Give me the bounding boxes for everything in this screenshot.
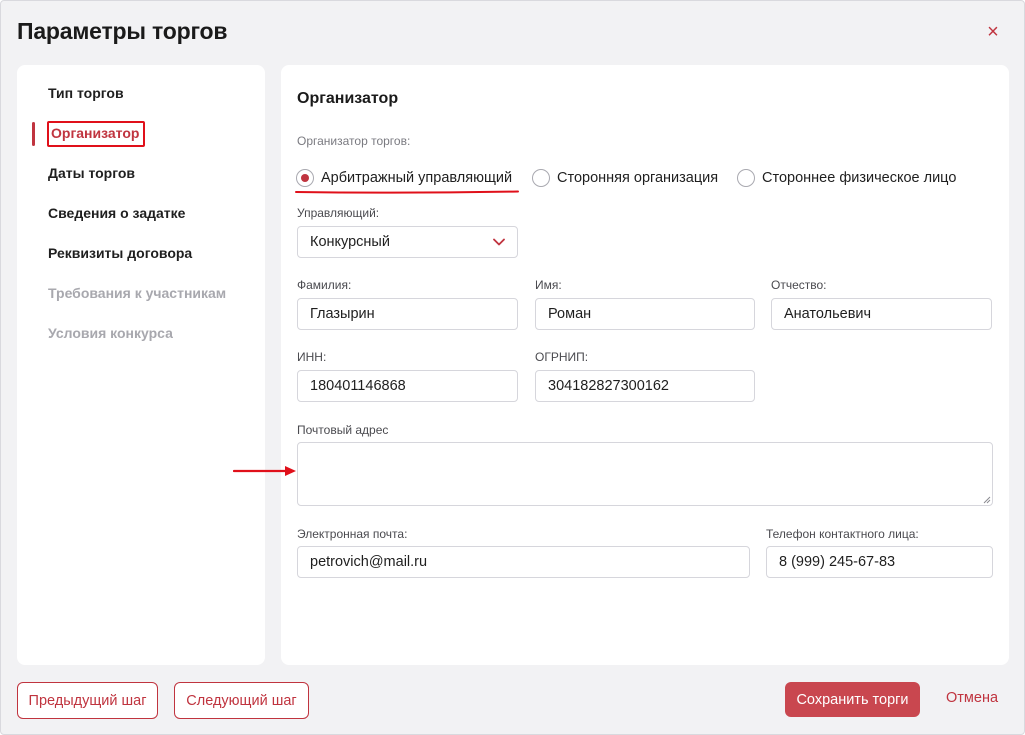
manager-select[interactable]: Конкурсный	[297, 226, 518, 258]
email-input[interactable]: petrovich@mail.ru	[297, 546, 750, 578]
resize-grip-icon[interactable]	[982, 495, 991, 504]
inn-label: ИНН:	[297, 350, 327, 364]
radio-checked-icon[interactable]	[296, 169, 314, 187]
organizer-type-label: Организатор торгов:	[297, 134, 411, 148]
underline-annotation	[295, 190, 519, 194]
manager-select-value: Конкурсный	[310, 234, 390, 250]
step-contract-details[interactable]: Реквизиты договора	[48, 245, 192, 261]
phone-label: Телефон контактного лица:	[766, 527, 919, 541]
phone-input[interactable]: 8 (999) 245-67-83	[766, 546, 993, 578]
last-name-label: Фамилия:	[297, 278, 352, 292]
postal-address-textarea[interactable]	[297, 442, 993, 506]
ogrnip-label: ОГРНИП:	[535, 350, 589, 364]
radio-label: Арбитражный управляющий	[321, 170, 513, 186]
step-deposit-info[interactable]: Сведения о задатке	[48, 205, 185, 221]
manager-label: Управляющий:	[297, 206, 380, 220]
postal-address-label: Почтовый адрес	[297, 423, 389, 437]
modal-title: Параметры торгов	[17, 18, 228, 44]
radio-unchecked-icon[interactable]	[532, 169, 550, 187]
radio-unchecked-icon[interactable]	[737, 169, 755, 187]
middle-name-input[interactable]: Анатольевич	[771, 298, 992, 330]
section-title: Организатор	[297, 90, 399, 107]
radio-arbitration-manager[interactable]: Арбитражный управляющий	[296, 168, 512, 188]
close-icon[interactable]: ×	[982, 21, 1004, 43]
step-trade-type[interactable]: Тип торгов	[48, 85, 124, 101]
step-organizer[interactable]: Организатор	[51, 125, 139, 141]
radio-third-party-organization[interactable]: Сторонняя организация	[532, 168, 718, 188]
radio-label: Стороннее физическое лицо	[762, 170, 957, 186]
middle-name-label: Отчество:	[771, 278, 827, 292]
active-step-marker	[32, 122, 35, 146]
organizer-form-panel: Организатор Организатор торгов: Арбитраж…	[281, 65, 1009, 665]
ogrnip-input[interactable]: 304182827300162	[535, 370, 755, 402]
trade-params-modal: Параметры торгов × Тип торгов Организато…	[0, 0, 1025, 735]
next-step-button[interactable]: Следующий шаг	[174, 682, 309, 719]
inn-input[interactable]: 180401146868	[297, 370, 518, 402]
step-participant-requirements: Требования к участникам	[48, 285, 227, 301]
cancel-button[interactable]: Отмена	[946, 690, 998, 706]
first-name-input[interactable]: Роман	[535, 298, 755, 330]
prev-step-button[interactable]: Предыдущий шаг	[17, 682, 158, 719]
last-name-input[interactable]: Глазырин	[297, 298, 518, 330]
step-contest-conditions: Условия конкурса	[48, 325, 173, 341]
radio-label: Сторонняя организация	[557, 170, 719, 186]
chevron-down-icon	[493, 238, 505, 246]
email-label: Электронная почта:	[297, 527, 408, 541]
save-trades-button[interactable]: Сохранить торги	[785, 682, 920, 717]
step-trade-dates[interactable]: Даты торгов	[48, 165, 135, 181]
steps-sidebar: Тип торгов Организатор Даты торгов Сведе…	[17, 65, 265, 665]
radio-third-party-person[interactable]: Стороннее физическое лицо	[737, 168, 956, 188]
first-name-label: Имя:	[535, 278, 562, 292]
